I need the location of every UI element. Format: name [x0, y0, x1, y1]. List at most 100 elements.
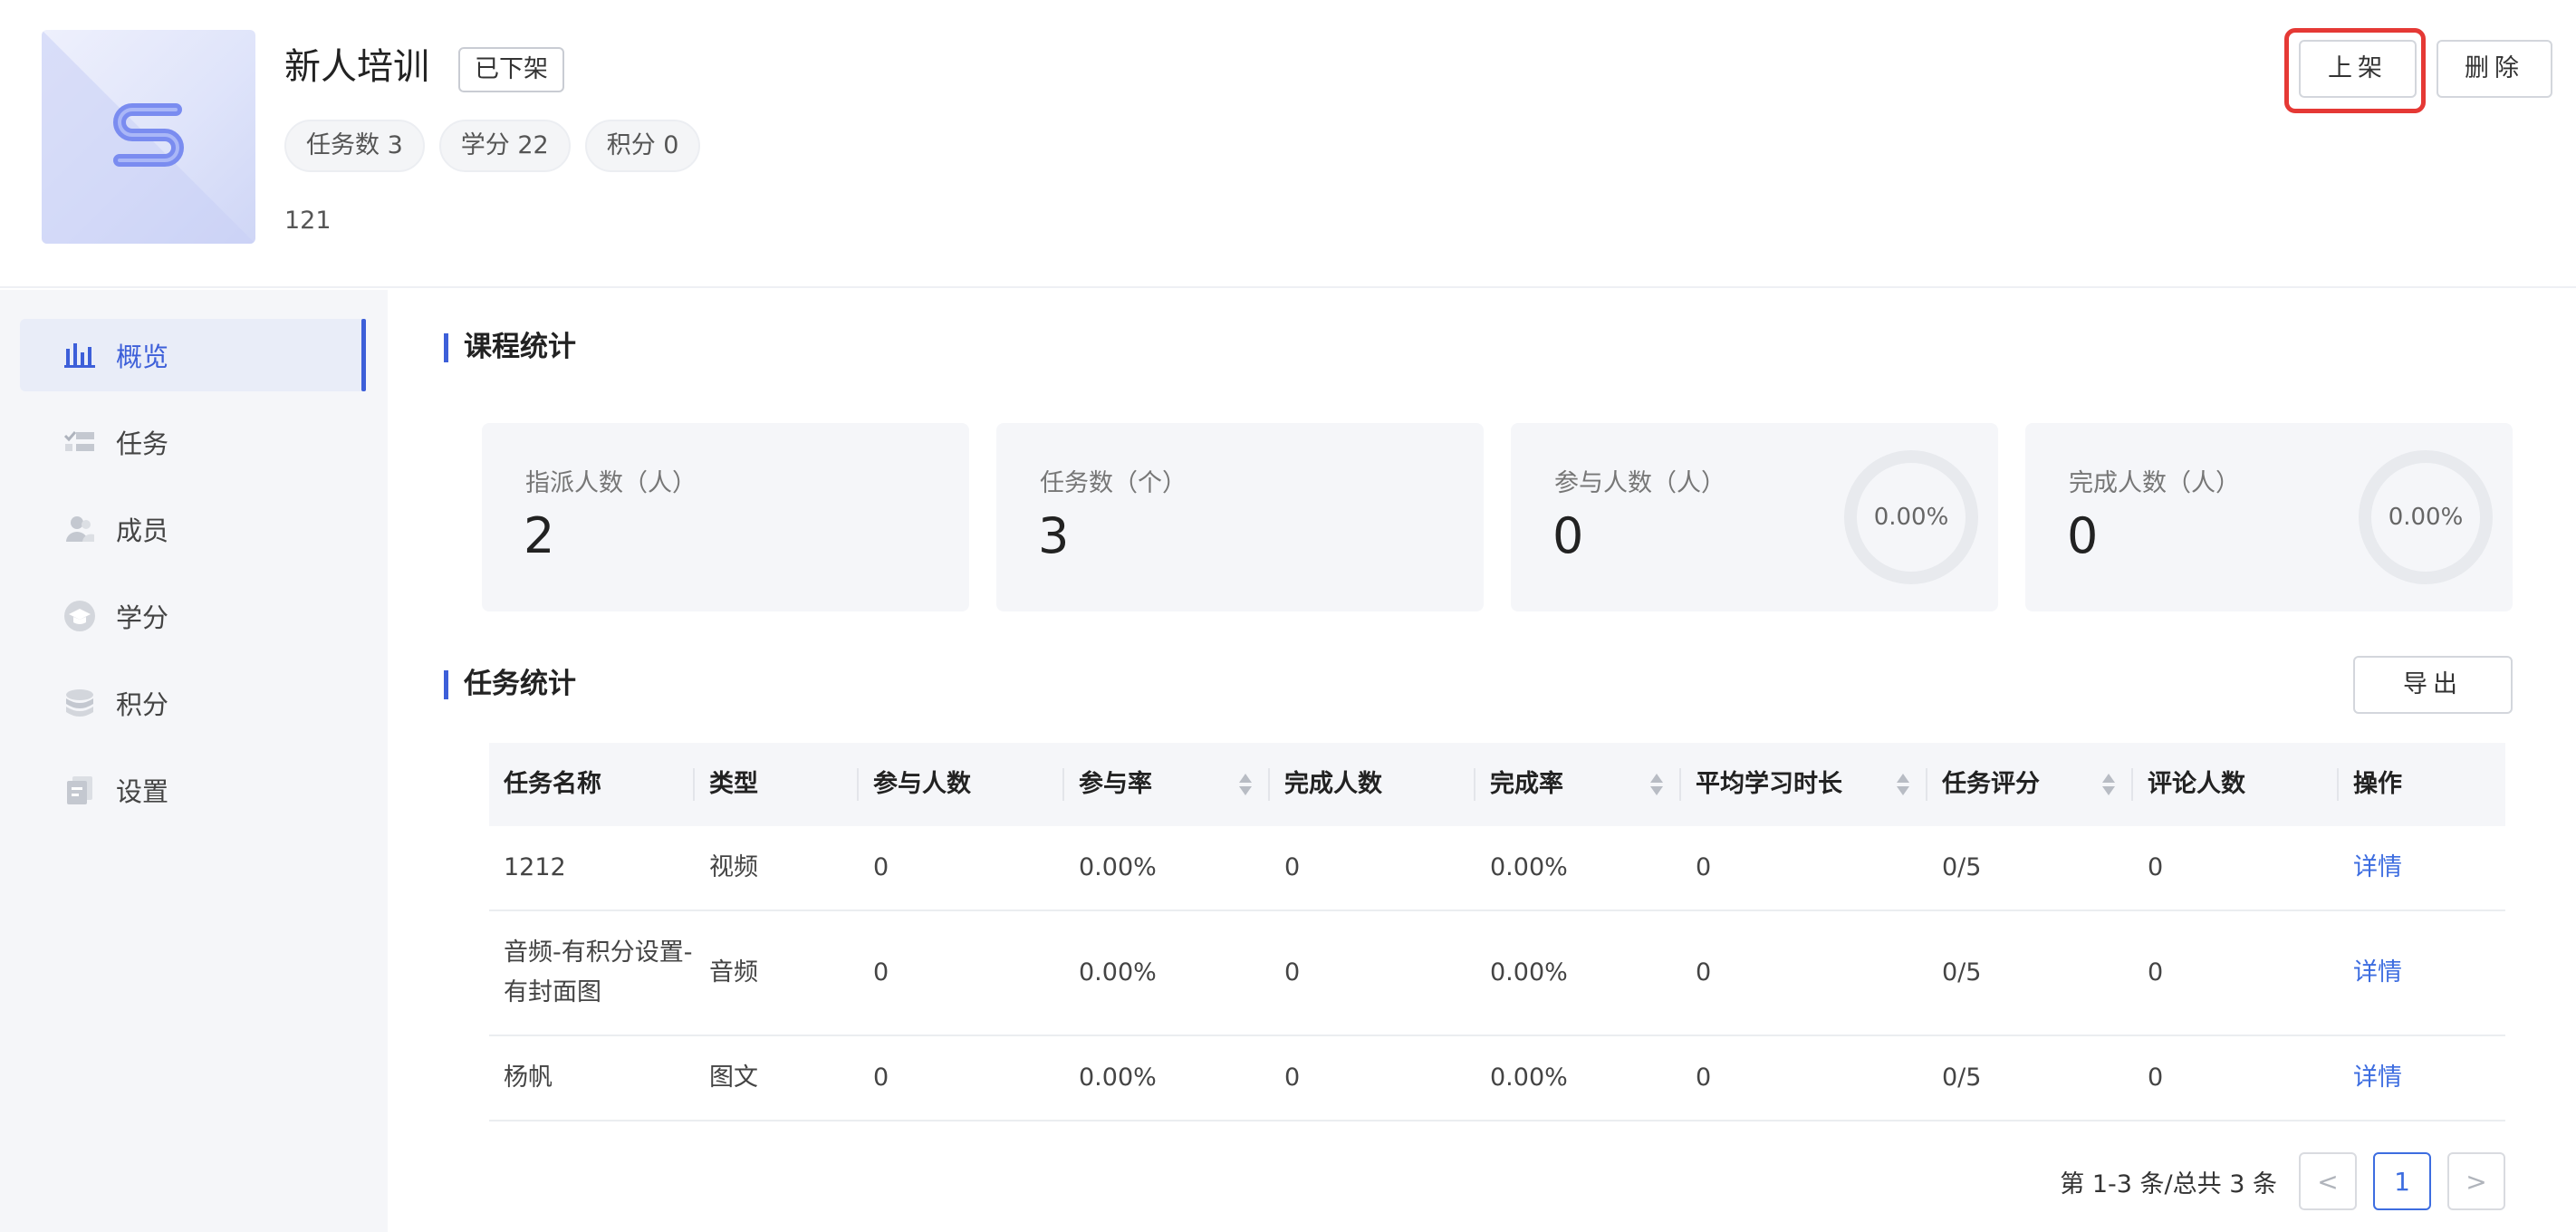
page-number-button[interactable]: 1: [2373, 1152, 2431, 1210]
cell-completion-rate: 0.00%: [1490, 958, 1568, 987]
stat-label: 指派人数（人）: [525, 469, 697, 497]
users-icon: [63, 513, 96, 545]
stat-value: 2: [524, 507, 555, 564]
sidebar-item-label: 概览: [116, 342, 169, 372]
sort-icon[interactable]: [1650, 774, 1663, 797]
stat-value: 3: [1038, 507, 1070, 564]
cell-score: 0/5: [1942, 1064, 1982, 1092]
rate-text: 0.00%: [1873, 504, 1949, 531]
completion-rate-ring: 0.00%: [2359, 450, 2493, 584]
column-header-participants: 参与人数: [859, 743, 1064, 826]
sidebar-item-credits[interactable]: 学分: [20, 580, 366, 652]
cell-participants: 0: [873, 958, 889, 987]
stat-label: 任务数（个）: [1040, 469, 1187, 497]
cell-participation-rate: 0.00%: [1079, 958, 1157, 987]
course-logo-icon: [113, 103, 184, 167]
stat-card-participants: 参与人数（人） 0 0.00%: [1511, 423, 1998, 611]
detail-link[interactable]: 详情: [2339, 848, 2504, 888]
delete-button[interactable]: 删除: [2437, 40, 2552, 98]
cell-score: 0/5: [1942, 958, 1982, 987]
sidebar-item-settings[interactable]: 设置: [20, 754, 366, 826]
rate-text: 0.00%: [2388, 504, 2464, 531]
pagination-summary: 第 1-3 条/总共 3 条: [2060, 1169, 2277, 1198]
column-header-participation-rate[interactable]: 参与率: [1064, 743, 1270, 826]
task-stats-table: 任务名称 类型 参与人数 参与率 完成人数 完成率 平均学习时长 任务评分 评论…: [489, 743, 2505, 1121]
cell-comments: 0: [2148, 1064, 2164, 1092]
chevron-right-icon: >: [2465, 1166, 2487, 1197]
cell-type: 视频: [709, 853, 758, 881]
sidebar-item-label: 成员: [116, 515, 169, 546]
sidebar-item-points[interactable]: 积分: [20, 667, 366, 739]
cell-completed: 0: [1284, 1064, 1301, 1092]
course-title: 新人培训: [284, 46, 429, 88]
column-header-score[interactable]: 任务评分: [1927, 743, 2133, 826]
credit-chip: 学分 22: [438, 120, 571, 172]
cell-participants: 0: [873, 1064, 889, 1092]
detail-link[interactable]: 详情: [2339, 953, 2504, 993]
settings-icon: [63, 774, 96, 806]
cell-completion-rate: 0.00%: [1490, 1064, 1568, 1092]
stat-card-assigned: 指派人数（人） 2: [482, 423, 969, 611]
course-meta-chips: 任务数 3 学分 22 积分 0: [284, 120, 701, 172]
course-description: 121: [284, 207, 332, 235]
cell-task-name: 音频-有积分设置-有封面图: [504, 938, 693, 1006]
stat-value: 0: [2067, 507, 2099, 564]
sidebar-item-label: 任务: [116, 428, 169, 459]
column-header-label: 平均学习时长: [1696, 770, 1842, 798]
sidebar-item-label: 设置: [116, 776, 169, 807]
table-row: 1212 视频 0 0.00% 0 0.00% 0 0/5 0 详情: [489, 826, 2505, 911]
sort-icon[interactable]: [2102, 774, 2115, 797]
prev-page-button[interactable]: <: [2299, 1152, 2357, 1210]
bar-chart-icon: [63, 339, 96, 371]
column-header-actions: 操作: [2353, 770, 2402, 798]
cell-score: 0/5: [1942, 853, 1982, 881]
table-row: 杨帆 图文 0 0.00% 0 0.00% 0 0/5 0 详情: [489, 1036, 2505, 1121]
column-header-label: 完成率: [1490, 770, 1563, 798]
export-button[interactable]: 导出: [2353, 656, 2513, 714]
column-header-type: 类型: [695, 743, 859, 826]
cell-task-name: 杨帆: [504, 1064, 553, 1092]
stat-value: 0: [1552, 507, 1584, 564]
cell-completed: 0: [1284, 853, 1301, 881]
course-stats-title: 课程统计: [444, 330, 576, 364]
cell-comments: 0: [2148, 853, 2164, 881]
sort-icon[interactable]: [1897, 774, 1909, 797]
sidebar-item-members[interactable]: 成员: [20, 493, 366, 565]
stat-card-tasks: 任务数（个） 3: [996, 423, 1484, 611]
cell-type: 图文: [709, 1064, 758, 1092]
cell-avg-duration: 0: [1696, 853, 1712, 881]
column-header-label: 任务评分: [1942, 770, 2040, 798]
sidebar-item-overview[interactable]: 概览: [20, 319, 366, 391]
sidebar-item-label: 积分: [116, 689, 169, 720]
participation-rate-ring: 0.00%: [1844, 450, 1978, 584]
course-header: 新人培训 已下架 任务数 3 学分 22 积分 0 121 上架 删除: [0, 0, 2576, 288]
publish-button[interactable]: 上架: [2299, 40, 2417, 98]
stat-label: 参与人数（人）: [1554, 469, 1725, 497]
task-list-icon: [63, 426, 96, 458]
column-header-completion-rate[interactable]: 完成率: [1475, 743, 1681, 826]
cell-participation-rate: 0.00%: [1079, 1064, 1157, 1092]
cell-task-name: 1212: [504, 853, 566, 881]
column-header-completed: 完成人数: [1270, 743, 1475, 826]
column-header-avg-duration[interactable]: 平均学习时长: [1681, 743, 1927, 826]
next-page-button[interactable]: >: [2447, 1152, 2505, 1210]
coins-icon: [63, 687, 96, 719]
table-row: 音频-有积分设置-有封面图 音频 0 0.00% 0 0.00% 0 0/5 0…: [489, 911, 2505, 1036]
course-cover-image: [42, 30, 255, 244]
points-chip: 积分 0: [584, 120, 701, 172]
cell-avg-duration: 0: [1696, 1064, 1712, 1092]
task-count-chip: 任务数 3: [284, 120, 425, 172]
sort-icon[interactable]: [1239, 774, 1252, 797]
detail-link[interactable]: 详情: [2339, 1058, 2504, 1098]
column-header-task-name: 任务名称: [489, 743, 695, 826]
cell-comments: 0: [2148, 958, 2164, 987]
task-stats-title: 任务统计: [444, 667, 576, 701]
column-header-comments: 评论人数: [2133, 743, 2339, 826]
cell-completed: 0: [1284, 958, 1301, 987]
cell-completion-rate: 0.00%: [1490, 853, 1568, 881]
stat-label: 完成人数（人）: [2069, 469, 2240, 497]
sidebar: 概览 任务 成员 学分 积分 设置: [0, 290, 388, 1232]
table-header: 任务名称 类型 参与人数 参与率 完成人数 完成率 平均学习时长 任务评分 评论…: [489, 743, 2505, 826]
sidebar-item-tasks[interactable]: 任务: [20, 406, 366, 478]
chevron-left-icon: <: [2317, 1166, 2339, 1197]
